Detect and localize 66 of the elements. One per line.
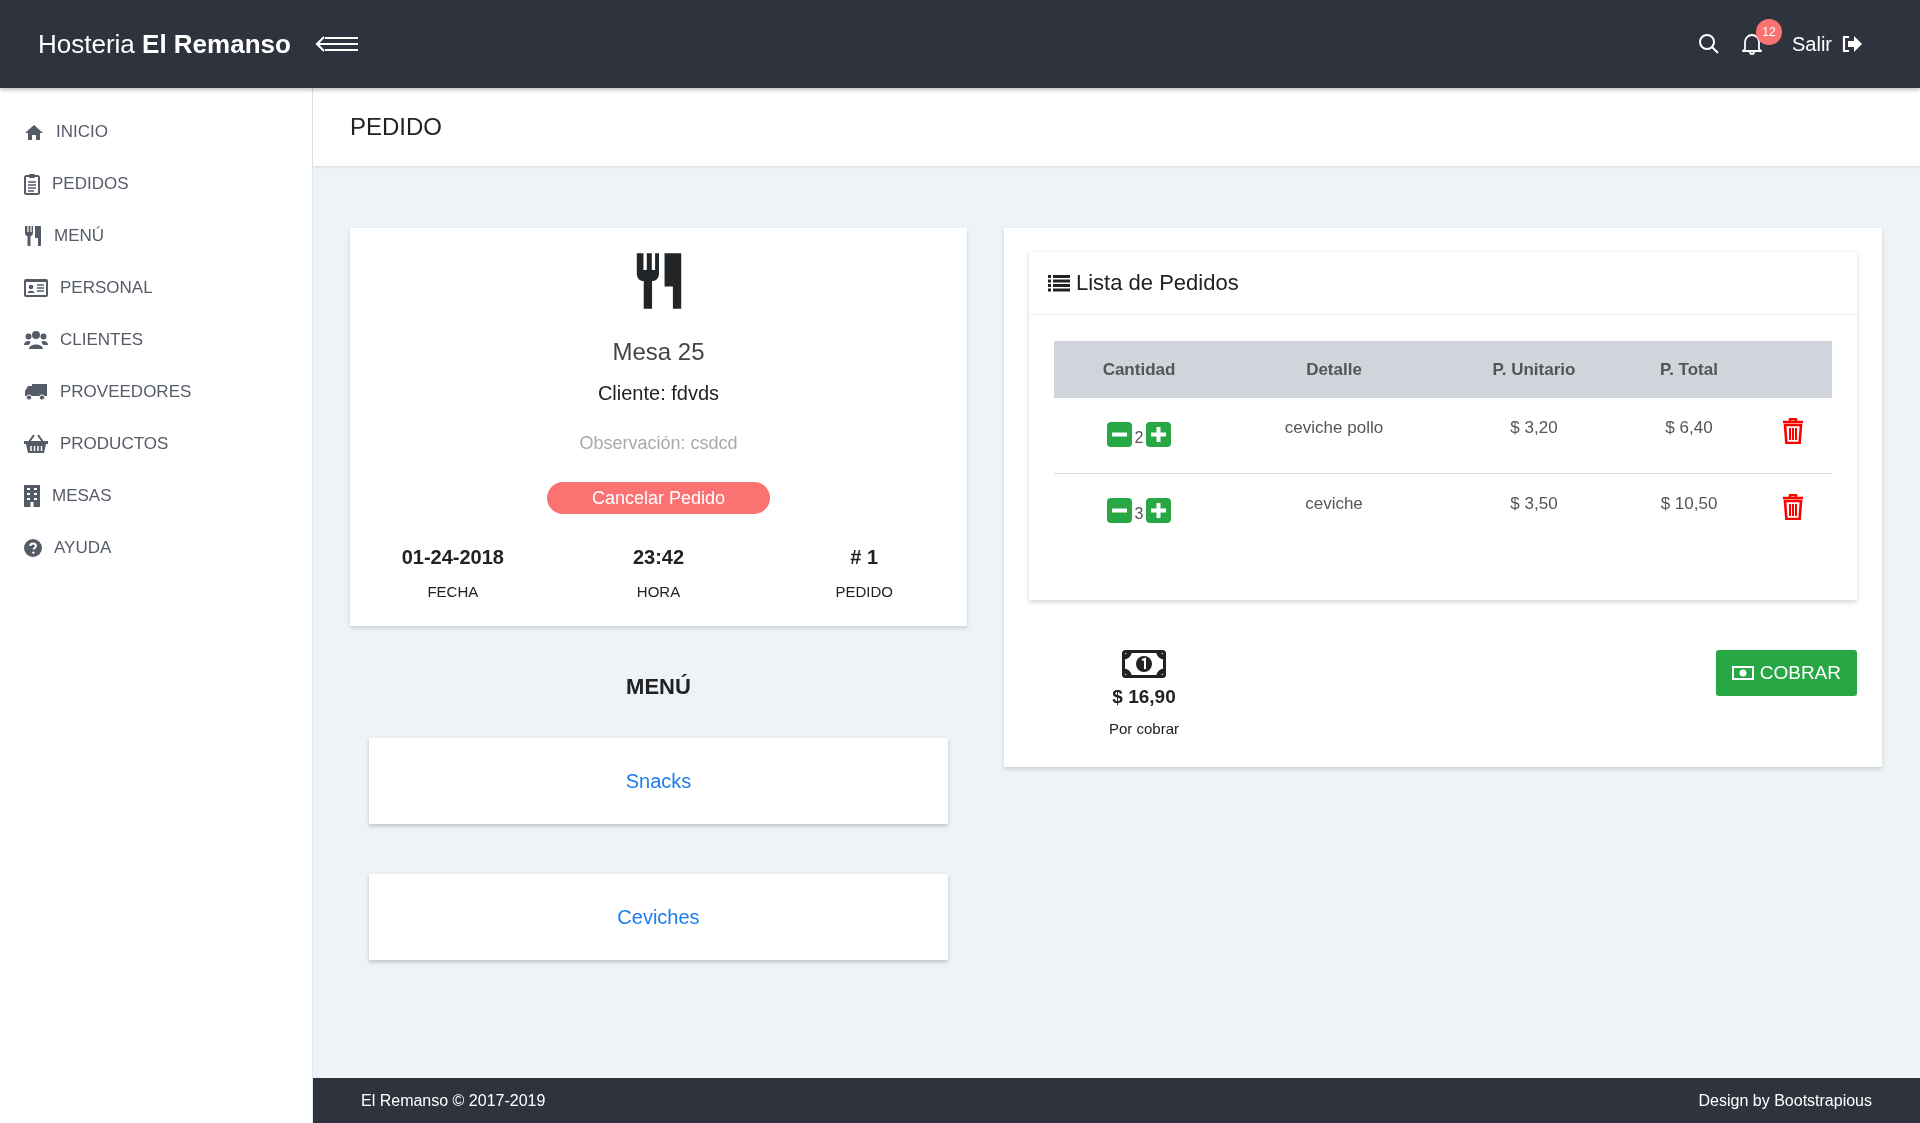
logout-link[interactable]: Salir (1792, 32, 1832, 56)
sidebar-link[interactable]: MENÚ (54, 226, 105, 246)
clipboard-icon (24, 173, 40, 195)
search-icon[interactable] (1698, 33, 1720, 55)
sidebar-link[interactable]: PRODUCTOS (60, 434, 169, 454)
fact-value: 01-24-2018 (401, 546, 504, 569)
minus-icon[interactable] (1106, 498, 1132, 523)
sidebar-link[interactable]: INICIO (56, 122, 108, 142)
trash-icon[interactable] (1782, 494, 1804, 520)
column-header: Cantidad (1101, 359, 1177, 380)
sidebar-link[interactable]: CLIENTES (60, 330, 144, 350)
fact-label: PEDIDO (835, 583, 893, 600)
sidebar-link[interactable]: AYUDA (54, 538, 112, 558)
sidebar-link[interactable]: PERSONAL (60, 278, 153, 298)
column-header: P. Total (1659, 359, 1719, 380)
category-card[interactable]: Ceviches (369, 874, 948, 960)
client-name: Cliente: fdvds (597, 382, 720, 405)
fact-label: FECHA (427, 583, 479, 600)
sidebar-link[interactable]: MESAS (52, 486, 112, 506)
panel-title: Lista de Pedidos (1076, 270, 1239, 296)
plus-icon[interactable] (1146, 498, 1172, 523)
order-note: Observación: csdcd (579, 433, 738, 454)
brand-title: Hosteria El Remanso (38, 28, 291, 60)
sidebar-link[interactable]: PROVEEDORES (60, 382, 192, 402)
id-card-icon (24, 279, 48, 297)
column-header: P. Unitario (1491, 359, 1577, 380)
sign-out-icon[interactable] (1842, 35, 1862, 53)
total-label: Por cobrar (1109, 720, 1180, 737)
minus-icon[interactable] (1106, 422, 1132, 447)
list-icon (1048, 274, 1070, 292)
users-icon (24, 330, 48, 350)
table-name: Mesa 25 (612, 338, 705, 366)
plus-icon[interactable] (1146, 422, 1172, 447)
menu-toggle-icon[interactable] (314, 34, 359, 54)
table-cell-text: $ 3,20 (1509, 418, 1559, 438)
table-cell-text: ceviche (1304, 494, 1364, 514)
category-link[interactable]: Ceviches (617, 905, 700, 929)
total-amount: $ 16,90 (1112, 686, 1176, 708)
category-card[interactable]: Snacks (369, 738, 948, 824)
bell-icon[interactable] (1742, 33, 1762, 55)
table-cell-text: $ 6,40 (1664, 418, 1714, 438)
quantity-value: 2 (1134, 429, 1144, 447)
table-cell-text: $ 10,50 (1659, 494, 1719, 514)
copyright-text: El Remanso © 2017-2019 (361, 1091, 546, 1110)
building-icon (24, 485, 40, 507)
basket-icon (24, 434, 48, 454)
table-cell-text: ceviche pollo (1283, 418, 1385, 438)
fact-value: 23:42 (632, 546, 685, 569)
truck-icon (24, 383, 48, 401)
help-icon (24, 539, 42, 557)
fork-knife-icon (24, 225, 42, 247)
credit-text: Design by Bootstrapious (1698, 1091, 1872, 1110)
notification-badge: 12 (1756, 19, 1782, 45)
page-title: PEDIDO (350, 113, 442, 141)
category-link[interactable]: Snacks (625, 769, 692, 793)
section-heading: MENÚ (626, 674, 691, 700)
table-cell-text: $ 3,50 (1509, 494, 1559, 514)
home-icon (24, 123, 44, 141)
banknote-icon (1122, 650, 1166, 678)
sidebar-link[interactable]: PEDIDOS (52, 174, 129, 194)
column-header: Detalle (1305, 359, 1363, 380)
banknote-icon (1731, 666, 1754, 680)
quantity-value: 3 (1134, 505, 1144, 523)
fact-label: HORA (636, 583, 681, 600)
fact-value: # 1 (850, 546, 879, 569)
trash-icon[interactable] (1782, 418, 1804, 444)
